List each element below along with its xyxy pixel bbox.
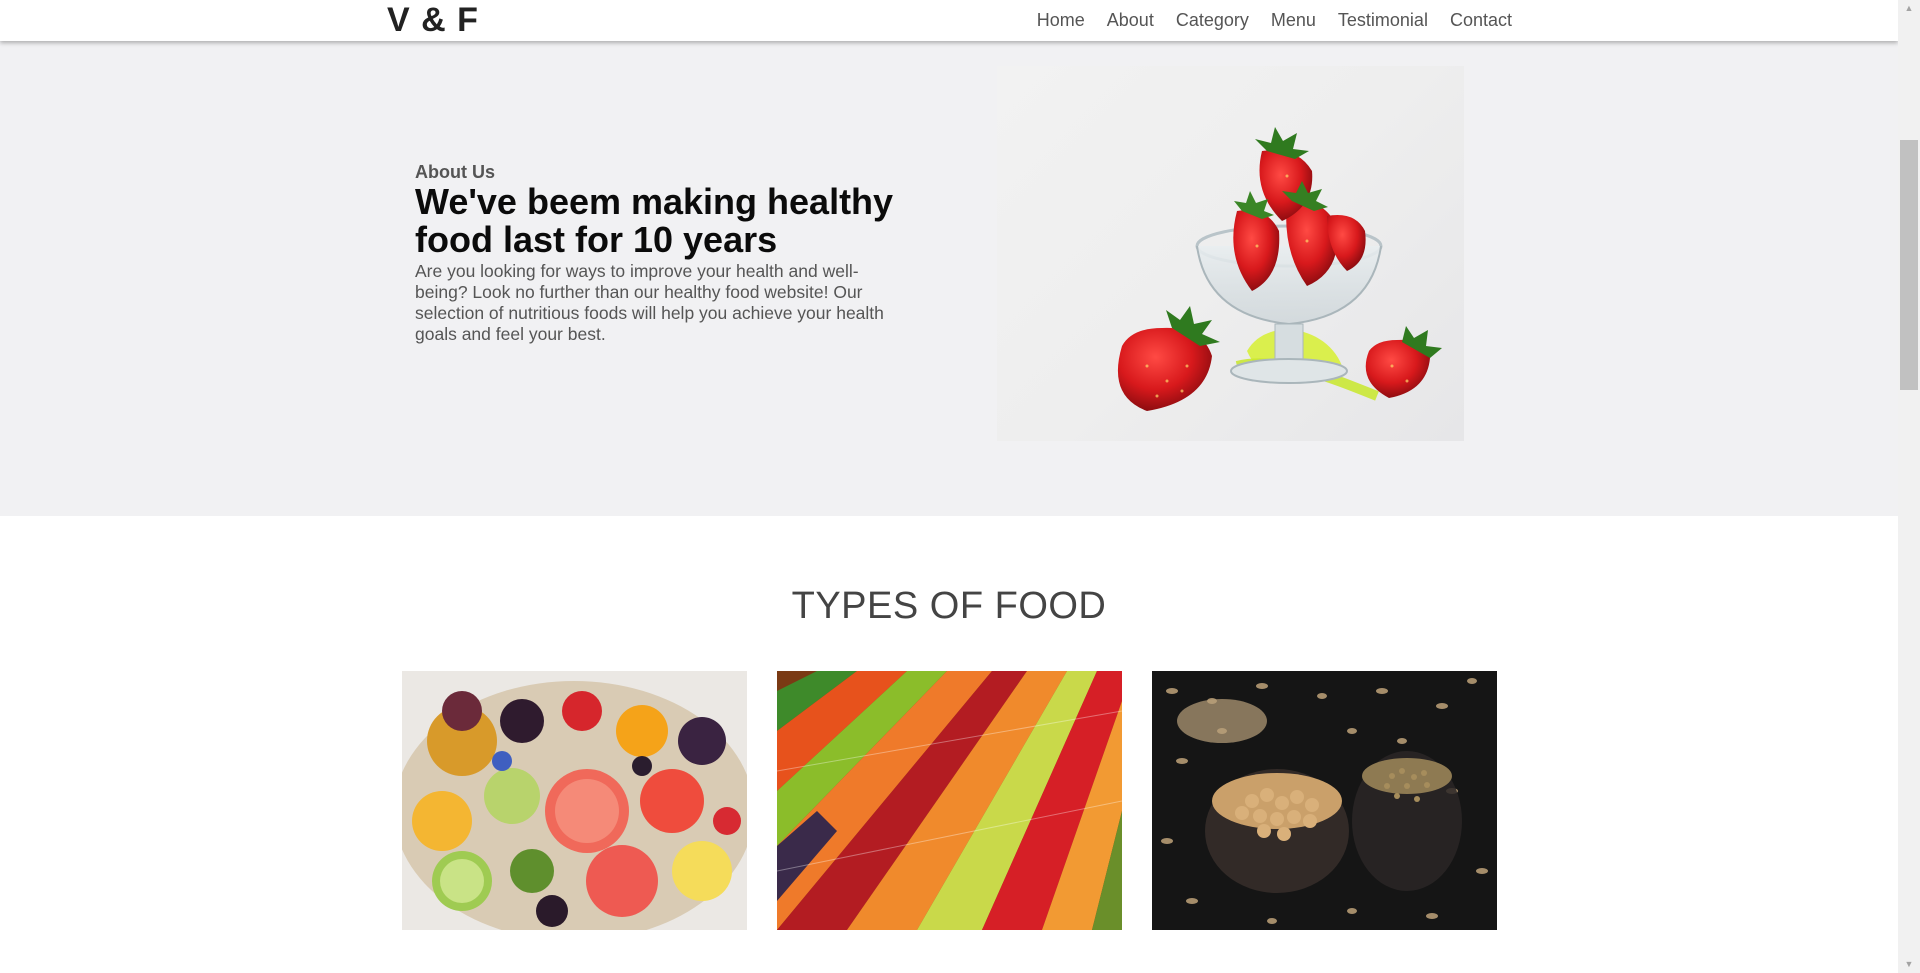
fruit-platter-image[interactable] <box>402 671 747 930</box>
nav-menu: Home About Category Menu Testimonial Con… <box>1015 0 1512 41</box>
vegetable-rows-image[interactable] <box>777 671 1122 930</box>
navbar: V & F Home About Category Menu Testimoni… <box>0 0 1898 41</box>
page-scrollbar[interactable]: ▲ ▼ <box>1898 0 1920 973</box>
scroll-down-arrow-icon[interactable]: ▼ <box>1898 956 1920 973</box>
nav-link-about[interactable]: About <box>1107 10 1154 31</box>
strawberry-bowl-image <box>997 66 1464 441</box>
nav-link-testimonial[interactable]: Testimonial <box>1338 10 1428 31</box>
types-of-food-title: TYPES OF FOOD <box>791 585 1107 627</box>
about-heading: We've beem making healthy food last for … <box>415 181 894 260</box>
nav-link-contact[interactable]: Contact <box>1450 10 1512 31</box>
about-kicker: About Us <box>415 162 495 182</box>
brand-logo[interactable]: V & F <box>387 0 479 41</box>
about-section: About Us We've beem making healthy food … <box>0 41 1898 516</box>
page-viewport: V & F Home About Category Menu Testimoni… <box>0 0 1898 973</box>
about-text-block: About Us We've beem making healthy food … <box>415 161 905 345</box>
nav-link-home[interactable]: Home <box>1037 10 1085 31</box>
about-description: Are you looking for ways to improve your… <box>415 261 884 344</box>
nav-link-category[interactable]: Category <box>1176 10 1249 31</box>
grains-legumes-image[interactable] <box>1152 671 1497 930</box>
scrollbar-thumb[interactable] <box>1900 140 1918 390</box>
scroll-up-arrow-icon[interactable]: ▲ <box>1898 0 1920 17</box>
nav-link-menu[interactable]: Menu <box>1271 10 1316 31</box>
